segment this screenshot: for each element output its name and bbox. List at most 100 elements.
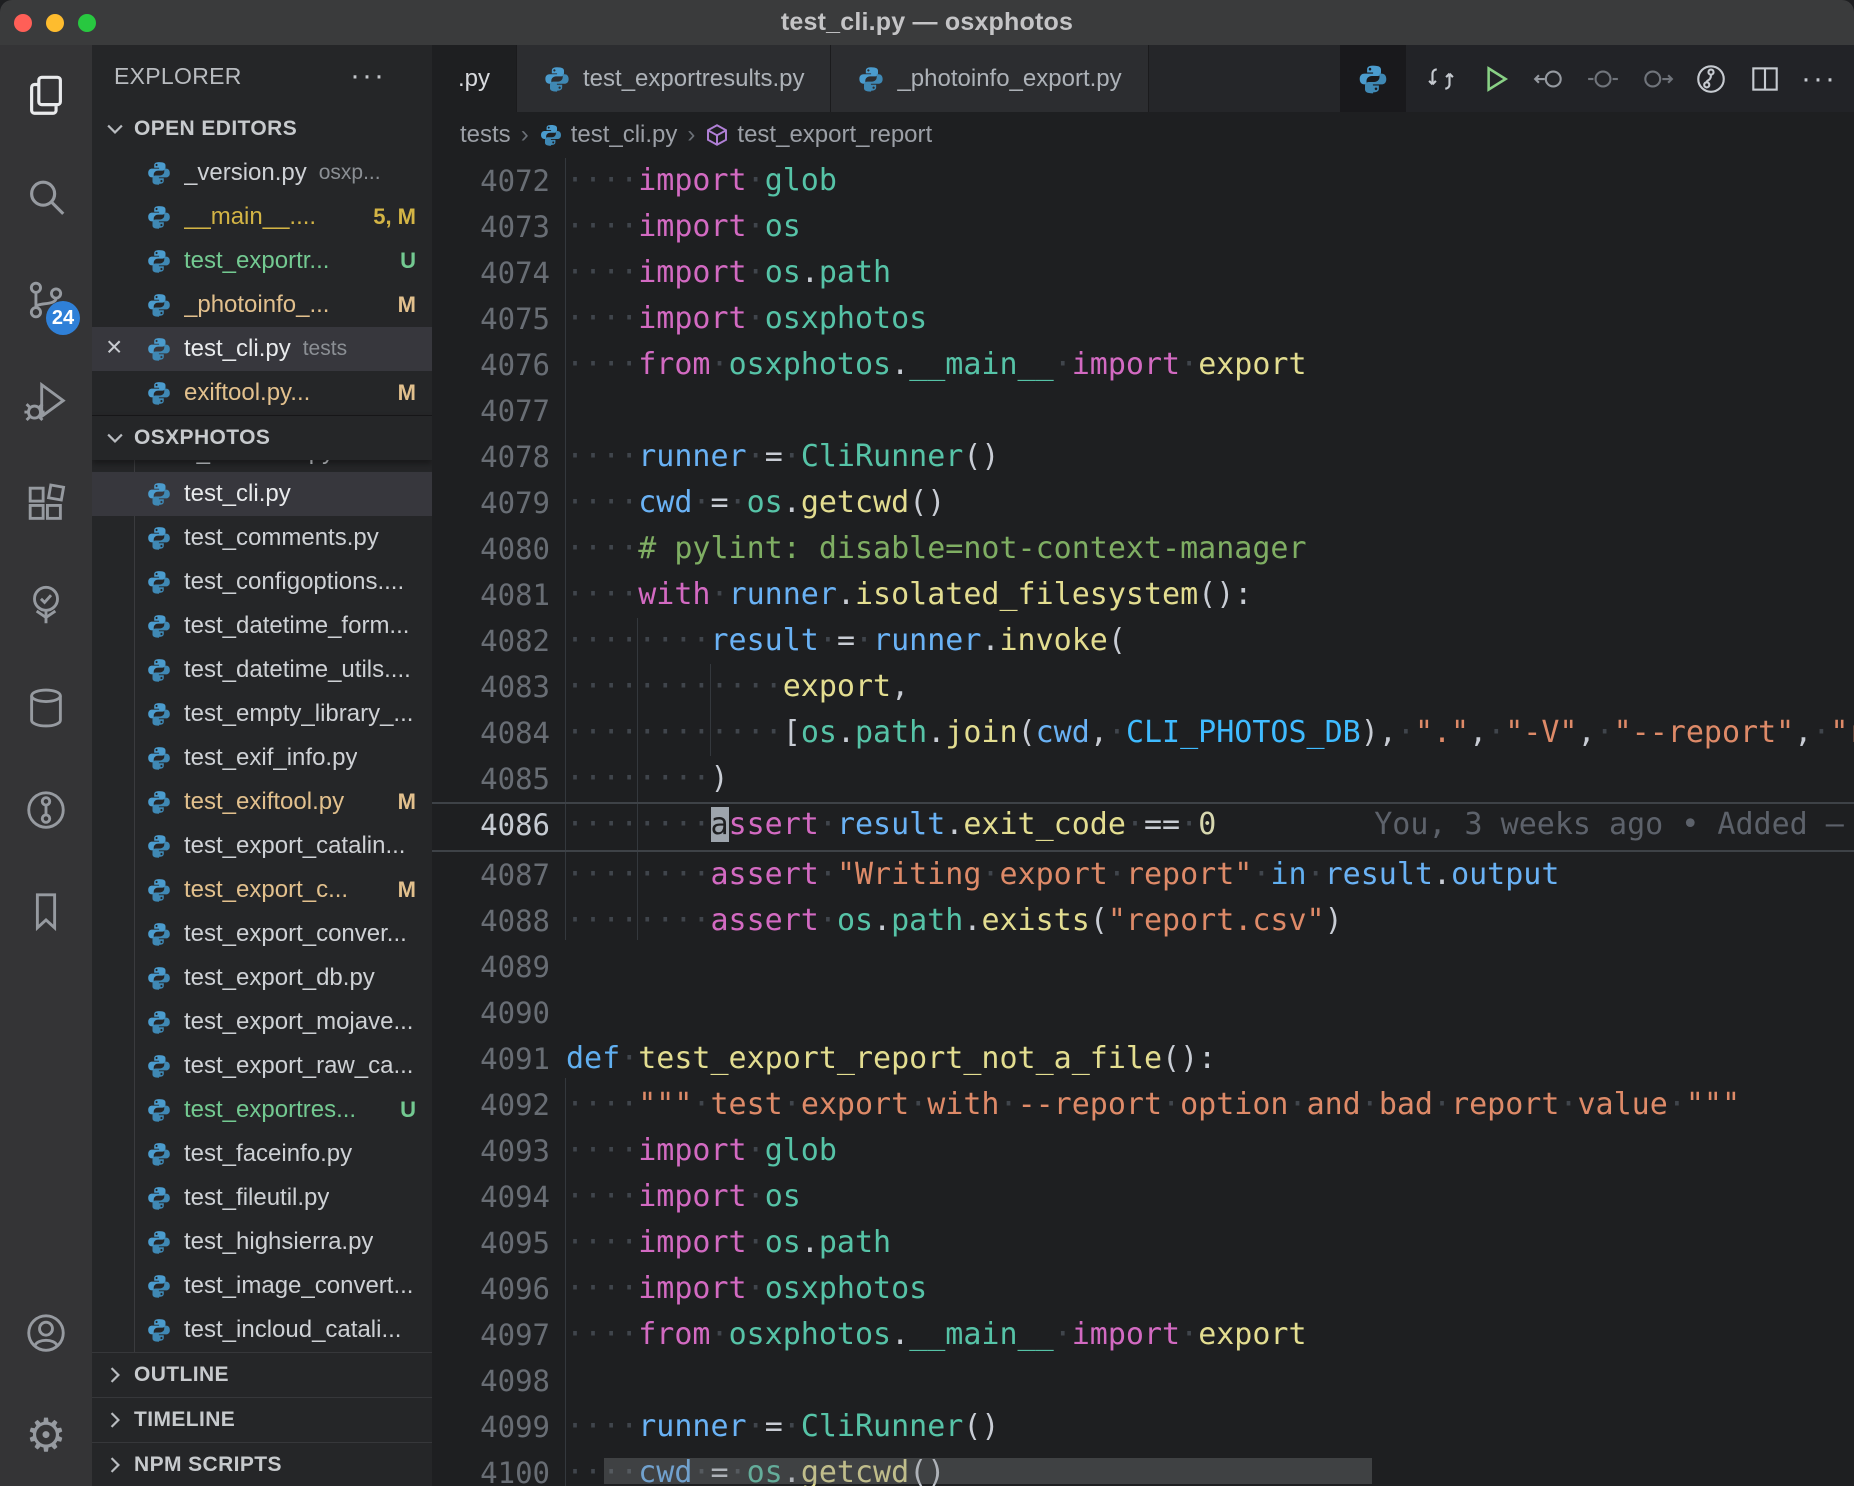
line-number[interactable]: 4100 [432, 1450, 550, 1486]
open-editor-item[interactable]: exiftool.py...M [92, 371, 432, 415]
code-line[interactable]: 4075····import·osxphotos [432, 296, 1854, 342]
line-number[interactable]: 4097 [432, 1312, 550, 1358]
breadcrumb-item[interactable]: test_cli.py [539, 121, 678, 149]
code-line[interactable]: 4090 [432, 990, 1854, 1036]
line-number[interactable]: 4099 [432, 1404, 550, 1450]
line-number[interactable]: 4080 [432, 526, 550, 572]
python-interpreter-tab[interactable] [1340, 45, 1406, 112]
accounts-icon[interactable] [0, 1282, 92, 1384]
search-icon[interactable] [0, 147, 92, 249]
line-number[interactable]: 4095 [432, 1220, 550, 1266]
open-editor-item[interactable]: _version.pyosxp... [92, 151, 432, 195]
code-line[interactable]: 4078····runner·=·CliRunner() [432, 434, 1854, 480]
code-line[interactable]: 4080····# pylint: disable=not-context-ma… [432, 526, 1854, 572]
tree-item[interactable]: test_export_catalin... [92, 824, 432, 868]
horizontal-scrollbar[interactable] [604, 1458, 1372, 1484]
code-line[interactable]: 4085········) [432, 756, 1854, 802]
line-number[interactable]: 4072 [432, 158, 550, 204]
more-actions-button[interactable]: ··· [1792, 52, 1846, 106]
git-graph-icon[interactable] [1684, 52, 1738, 106]
open-editor-item[interactable]: __main__....5, M [92, 195, 432, 239]
editor-tab[interactable]: _photoinfo_export.py [831, 45, 1148, 112]
line-number[interactable]: 4093 [432, 1128, 550, 1174]
close-editor-icon[interactable]: × [106, 331, 122, 363]
tree-item[interactable]: test_configoptions.... [92, 560, 432, 604]
code-line[interactable]: 4086········assert·result.exit_code·==·0… [432, 802, 1854, 852]
code-line[interactable]: 4073····import·os [432, 204, 1854, 250]
todo-tree-icon[interactable] [0, 555, 92, 657]
line-number[interactable]: 4077 [432, 388, 550, 434]
line-number[interactable]: 4081 [432, 572, 550, 618]
code-line[interactable]: 4089 [432, 944, 1854, 990]
tree-item[interactable]: test_exif_info.py [92, 736, 432, 780]
tree-item[interactable]: test_fileutil.py [92, 1176, 432, 1220]
open-editor-item[interactable]: test_exportr...U [92, 239, 432, 283]
code-line[interactable]: 4092····"""·test·export·with·--report·op… [432, 1082, 1854, 1128]
code-editor[interactable]: 4072····import·glob4073····import·os4074… [432, 158, 1854, 1486]
bookmarks-icon[interactable] [0, 861, 92, 963]
tree-item[interactable]: test_export_conver... [92, 912, 432, 956]
code-line[interactable]: 4096····import·osxphotos [432, 1266, 1854, 1312]
tree-item[interactable]: test_export_raw_ca... [92, 1044, 432, 1088]
database-icon[interactable] [0, 657, 92, 759]
tree-item[interactable]: test_empty_library_... [92, 692, 432, 736]
code-line[interactable]: 4087········assert·"Writing·export·repor… [432, 852, 1854, 898]
code-line[interactable]: 4081····with·runner.isolated_filesystem(… [432, 572, 1854, 618]
code-line[interactable]: 4074····import·os.path [432, 250, 1854, 296]
line-number[interactable]: 4094 [432, 1174, 550, 1220]
editor-tab[interactable]: test_exportresults.py [517, 45, 831, 112]
tree-item[interactable]: test_exportres...U [92, 1088, 432, 1132]
explorer-more-actions-button[interactable]: ··· [350, 71, 386, 81]
line-number[interactable]: 4076 [432, 342, 550, 388]
tree-item[interactable]: test_comments.py [92, 516, 432, 560]
open-editor-item[interactable]: × test_cli.pytests [92, 327, 432, 371]
line-number[interactable]: 4083 [432, 664, 550, 710]
code-line[interactable]: 4099····runner·=·CliRunner() [432, 1404, 1854, 1450]
code-line[interactable]: 4079····cwd·=·os.getcwd() [432, 480, 1854, 526]
line-number[interactable]: 4085 [432, 756, 550, 802]
open-editors-section-header[interactable]: OPEN EDITORS [92, 107, 432, 151]
open-editor-item[interactable]: _photoinfo_...M [92, 283, 432, 327]
code-line[interactable]: 4084············[os.path.join(cwd,·CLI_P… [432, 710, 1854, 756]
run-cell-icon[interactable] [1576, 52, 1630, 106]
tree-item[interactable]: test_exiftool.pyM [92, 780, 432, 824]
code-line[interactable]: 4091def·test_export_report_not_a_file(): [432, 1036, 1854, 1082]
code-line[interactable]: 4098 [432, 1358, 1854, 1404]
line-number[interactable]: 4090 [432, 990, 550, 1036]
settings-gear-icon[interactable]: ⚙ [0, 1384, 92, 1486]
gitlens-icon[interactable] [0, 759, 92, 861]
editor-tab[interactable]: .py [432, 45, 517, 112]
run-below-icon[interactable] [1630, 52, 1684, 106]
code-line[interactable]: 4097····from·osxphotos.__main__·import·e… [432, 1312, 1854, 1358]
code-line[interactable]: 4076····from·osxphotos.__main__·import·e… [432, 342, 1854, 388]
sidebar-section-timeline[interactable]: TIMELINE [92, 1397, 432, 1442]
tree-item[interactable]: test_export_c...M [92, 868, 432, 912]
code-line[interactable]: 4072····import·glob [432, 158, 1854, 204]
line-number[interactable]: 4078 [432, 434, 550, 480]
tree-item[interactable]: test_datetime_utils.... [92, 648, 432, 692]
tree-item[interactable]: test_incloud_catali... [92, 1308, 432, 1352]
code-line[interactable]: 4083············export, [432, 664, 1854, 710]
line-number[interactable]: 4079 [432, 480, 550, 526]
line-number[interactable]: 4084 [432, 710, 550, 756]
source-control-icon[interactable]: 24 [0, 249, 92, 351]
line-number[interactable]: 4075 [432, 296, 550, 342]
line-number[interactable]: 4091 [432, 1036, 550, 1082]
code-line[interactable]: 4093····import·glob [432, 1128, 1854, 1174]
breadcrumb-item[interactable]: test_export_report [705, 121, 932, 149]
explorer-icon[interactable] [0, 45, 92, 147]
tree-item[interactable]: test_image_convert... [92, 1264, 432, 1308]
sidebar-section-npm-scripts[interactable]: NPM SCRIPTS [92, 1442, 432, 1486]
line-number[interactable]: 4088 [432, 898, 550, 944]
tree-item[interactable]: test_highsierra.py [92, 1220, 432, 1264]
extensions-icon[interactable] [0, 453, 92, 555]
line-number[interactable]: 4087 [432, 852, 550, 898]
split-editor-button[interactable] [1738, 52, 1792, 106]
tree-item[interactable]: test_export_db.py [92, 956, 432, 1000]
line-number[interactable]: 4073 [432, 204, 550, 250]
sidebar-section-outline[interactable]: OUTLINE [92, 1352, 432, 1397]
line-number[interactable]: 4098 [432, 1358, 550, 1404]
line-number[interactable]: 4086 [432, 804, 550, 850]
code-line[interactable]: 4094····import·os [432, 1174, 1854, 1220]
tree-item[interactable]: test_cli.py [92, 472, 432, 516]
